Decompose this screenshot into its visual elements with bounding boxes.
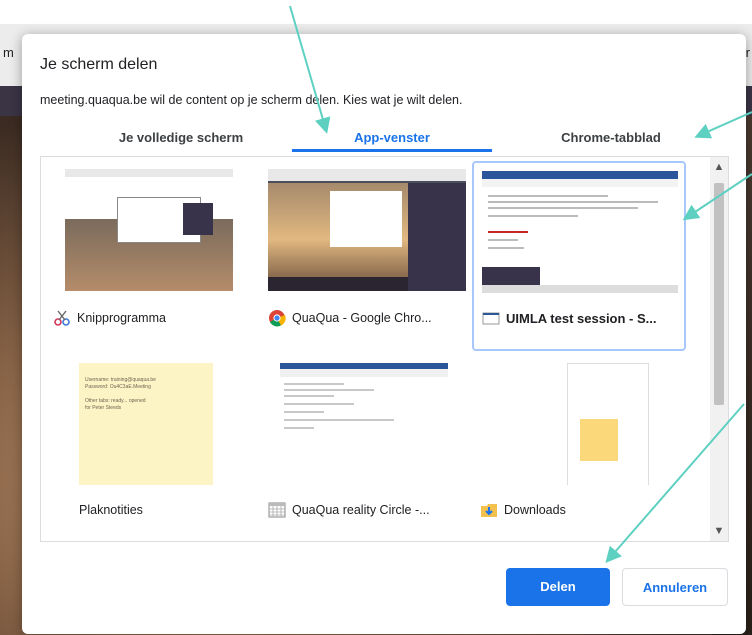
background-edge-text-left: m (3, 45, 14, 60)
window-item-uimla-test-session[interactable]: UIMLA test session - S... (472, 161, 686, 351)
window-label-text: UIMLA test session - S... (506, 310, 657, 326)
window-label: QuaQua reality Circle -... (268, 501, 430, 519)
window-thumbnail (65, 169, 233, 291)
window-label: Downloads (480, 501, 566, 519)
window-label: Knipprogramma (53, 309, 166, 327)
calendar-grid-icon (268, 501, 286, 519)
cancel-button[interactable]: Annuleren (622, 568, 728, 606)
scissors-icon (53, 309, 71, 327)
download-folder-icon (480, 501, 498, 519)
window-label: UIMLA test session - S... (482, 309, 657, 327)
window-icon (482, 309, 500, 327)
window-item-downloads[interactable]: Downloads (472, 355, 682, 545)
background-edge-text-right: r (745, 45, 750, 60)
share-button[interactable]: Delen (506, 568, 610, 606)
window-label-text: QuaQua - Google Chro... (292, 311, 432, 325)
window-thumbnail (482, 171, 678, 293)
window-label: QuaQua - Google Chro... (268, 309, 432, 327)
tab-app-window[interactable]: App-venster (292, 126, 492, 156)
window-label-text: Knipprogramma (77, 311, 166, 325)
window-thumbnail: Username: training@quaqua.be Password: Ou… (79, 363, 247, 485)
note-thumbnail-text: Username: training@quaqua.be Password: Ou… (85, 377, 156, 411)
window-item-quaqua-chrome[interactable]: QuaQua - Google Chro... (260, 161, 470, 351)
window-item-knipprogramma[interactable]: Knipprogramma (45, 161, 255, 351)
scroll-down-icon[interactable]: ▼ (710, 525, 728, 537)
window-label-text: Plaknotities (79, 503, 143, 517)
dialog-title: Je scherm delen (40, 56, 158, 73)
scroll-up-icon[interactable]: ▲ (710, 161, 728, 173)
window-item-quaqua-reality-circle[interactable]: QuaQua reality Circle -... (260, 355, 470, 545)
window-thumbnail (268, 169, 466, 291)
window-label-text: QuaQua reality Circle -... (292, 503, 430, 517)
window-list: Knipprogramma QuaQua - Google Chro... UI… (40, 156, 729, 542)
window-list-scrollbar[interactable]: ▲ ▼ (710, 157, 728, 541)
window-label-text: Downloads (504, 503, 566, 517)
dialog-subtitle: meeting.quaqua.be wil de content op je s… (40, 93, 463, 107)
share-source-tabs: Je volledige scherm App-venster Chrome-t… (40, 126, 718, 156)
window-thumbnail (492, 363, 660, 485)
browser-top-strip (0, 0, 752, 24)
tab-chrome-tab[interactable]: Chrome-tabblad (506, 126, 716, 156)
window-thumbnail (280, 363, 448, 485)
window-label: Plaknotities (79, 501, 143, 519)
scrollbar-thumb[interactable] (714, 183, 724, 405)
tab-entire-screen[interactable]: Je volledige scherm (76, 126, 286, 156)
window-item-plaknotities[interactable]: Username: training@quaqua.be Password: Ou… (45, 355, 255, 545)
chrome-icon (268, 309, 286, 327)
share-screen-dialog: Je scherm delen meeting.quaqua.be wil de… (22, 34, 746, 634)
